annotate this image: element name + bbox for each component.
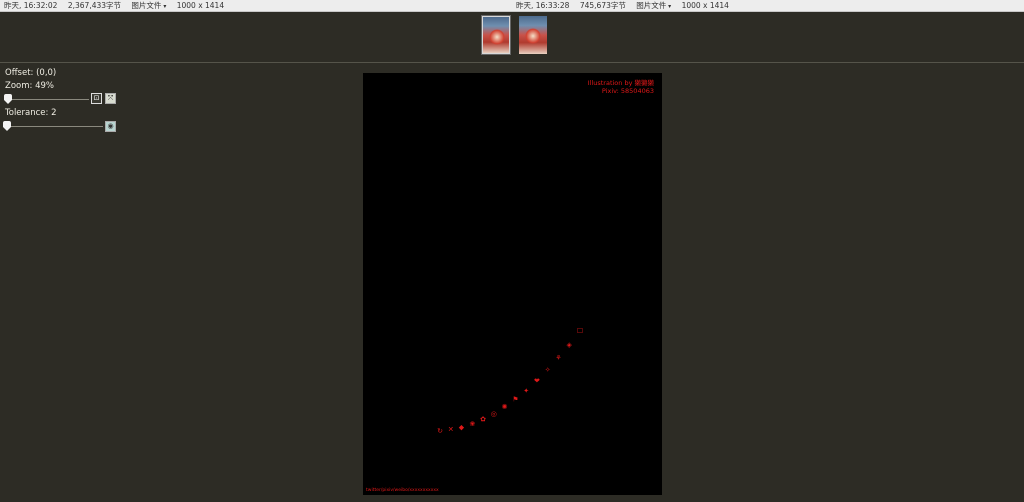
diff-marks-layer: ↻ ✕ ◆ ❀ ✿ ◎ ✺ ⚑ ✦ ❤ ✧ ⚘ ◈ ☐ [437,327,583,435]
diff-mark: ☐ [577,327,583,335]
tolerance-slider-track[interactable] [5,126,103,127]
diff-mark: ⚑ [512,396,518,404]
diff-mark: ↻ [437,427,443,435]
left-file-info: 昨天, 16:32:02 2,367,433字节 图片文件 1000 x 141… [4,0,232,12]
control-panel: Offset: (0,0) Zoom: 49% ⊡ ⤧ Tolerance: 2… [0,64,130,144]
diff-mark: ✧ [545,366,551,374]
left-file-type-dropdown[interactable]: 图片文件 [131,1,166,10]
right-file-info: 昨天, 16:33:28 745,673字节 图片文件 1000 x 1414 [516,0,737,12]
diff-mark: ⚘ [555,354,561,362]
diff-mark: ❀ [469,420,475,428]
fit-to-window-icon[interactable]: ⊡ [91,93,102,104]
diff-mark: ✕ [448,426,454,434]
diff-mark: ◆ [459,423,465,431]
right-file-date: 昨天, 16:33:28 [516,1,570,10]
right-file-size: 745,673字节 [579,1,626,10]
right-file-type-dropdown[interactable]: 图片文件 [636,1,671,10]
thumbnail-figure [525,28,541,44]
thumbnail-figure [489,29,505,45]
left-file-date: 昨天, 16:32:02 [4,1,58,10]
thumbnail-right-image[interactable] [519,16,547,54]
diff-mark: ◈ [567,341,573,349]
diff-image-viewer[interactable]: Illustration by 獭獭獭 Pixiv: 58504063 ↻ ✕ ◆ ❀… [363,73,662,495]
diff-mark: ❤ [534,377,540,385]
tolerance-slider-handle[interactable] [3,121,11,131]
left-file-size: 2,367,433字节 [67,1,122,10]
right-file-dimensions: 1000 x 1414 [681,1,729,10]
thumbnail-strip [0,12,1024,63]
diff-mark: ✿ [480,415,486,423]
bottom-credit: twitter/pixiv/weibo/xxxxxxxxxxx [366,488,439,493]
diff-mark: ✦ [523,387,529,395]
offset-label: Offset: (0,0) [5,68,57,78]
left-file-dimensions: 1000 x 1414 [176,1,225,10]
actual-size-icon[interactable]: ⤧ [105,93,116,104]
zoom-slider-track[interactable] [5,99,89,100]
diff-mark: ✺ [502,403,508,411]
diff-mark: ◎ [491,410,497,418]
eye-icon[interactable]: ◉ [105,121,116,132]
thumbnail-left-image[interactable] [481,15,511,55]
file-info-bar: 昨天, 16:32:02 2,367,433字节 图片文件 1000 x 141… [0,0,1024,12]
zoom-label: Zoom: 49% [5,81,54,91]
tolerance-label: Tolerance: 2 [5,108,57,118]
zoom-slider-handle[interactable] [4,94,12,104]
